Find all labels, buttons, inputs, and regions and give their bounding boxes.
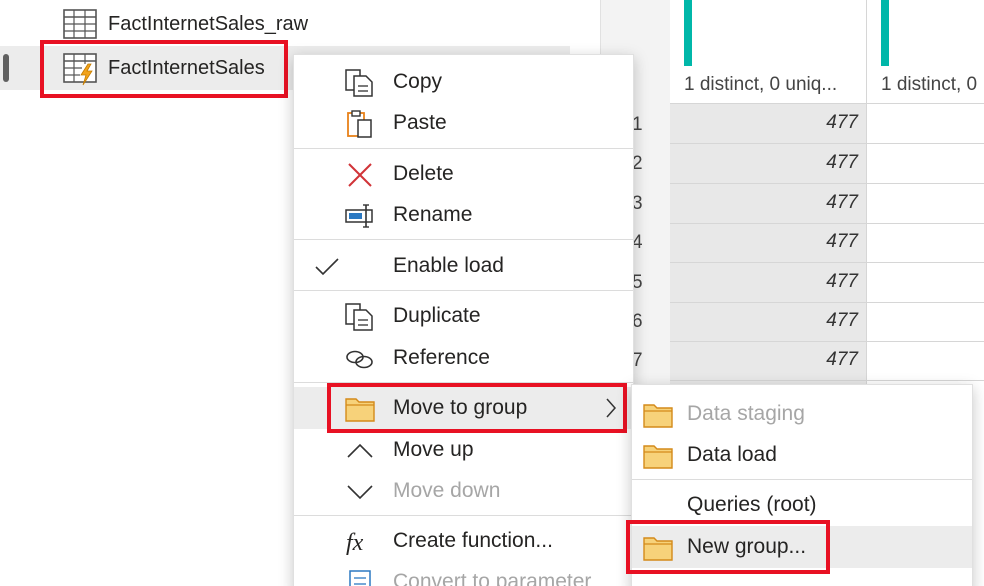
column-profile-header: 1 distinct, 0 — [867, 0, 984, 104]
table-row[interactable]: 477 — [670, 104, 866, 144]
paste-icon — [347, 110, 372, 138]
table-row[interactable]: 477 — [670, 144, 866, 184]
menu-separator — [294, 382, 633, 383]
cell-value: 477 — [826, 271, 858, 292]
menu-item-create-function[interactable]: fx Create function... — [294, 520, 633, 562]
table-row[interactable]: 477 — [670, 341, 866, 381]
table-row[interactable] — [867, 184, 984, 224]
submenu-label: New group... — [687, 535, 807, 558]
menu-label: Enable load — [393, 254, 504, 277]
table-row[interactable] — [867, 223, 984, 263]
submenu-label: Data staging — [687, 402, 805, 425]
menu-item-duplicate[interactable]: Duplicate — [294, 295, 633, 337]
menu-item-move-up[interactable]: Move up — [294, 429, 633, 471]
table-lightning-icon — [63, 53, 97, 86]
folder-icon — [643, 404, 673, 428]
selection-indicator — [3, 54, 9, 82]
menu-separator — [294, 148, 633, 149]
submenu-item-data-staging[interactable]: Data staging — [632, 393, 972, 435]
menu-item-convert-to-parameter[interactable]: Convert to parameter — [294, 561, 633, 586]
cell-value: 477 — [826, 349, 858, 370]
cell-value: 477 — [826, 112, 858, 133]
menu-label: Move to group — [393, 396, 528, 419]
menu-item-delete[interactable]: Delete — [294, 153, 633, 195]
link-icon — [346, 350, 373, 369]
table-row[interactable]: 477 — [670, 184, 866, 224]
menu-label: Move down — [393, 479, 501, 502]
submenu-item-new-group[interactable]: New group... — [632, 526, 972, 568]
menu-label: Delete — [393, 162, 454, 185]
menu-item-reference[interactable]: Reference — [294, 337, 633, 379]
chevron-down-icon — [347, 485, 373, 500]
menu-separator — [294, 290, 633, 291]
table-row[interactable]: 477 — [670, 302, 866, 342]
cell-value: 477 — [826, 310, 858, 331]
duplicate-icon — [345, 303, 373, 331]
table-row[interactable]: 477 — [670, 263, 866, 303]
folder-icon — [643, 445, 673, 469]
cell-value: 477 — [826, 192, 858, 213]
function-icon: fx — [346, 530, 364, 556]
column-stats: 1 distinct, 0 — [881, 74, 978, 95]
folder-icon — [345, 398, 375, 422]
menu-label: Rename — [393, 203, 473, 226]
menu-separator — [632, 479, 972, 480]
query-item-factinternetsales-raw[interactable]: FactInternetSales_raw — [0, 2, 600, 46]
menu-separator — [294, 515, 633, 516]
chevron-right-icon — [606, 398, 617, 418]
menu-item-copy[interactable]: Copy — [294, 61, 633, 103]
table-row[interactable] — [867, 144, 984, 184]
cell-value: 477 — [826, 231, 858, 252]
menu-label: Duplicate — [393, 304, 481, 327]
table-row[interactable] — [867, 104, 984, 144]
menu-item-enable-load[interactable]: Enable load — [294, 245, 633, 287]
query-label: FactInternetSales — [108, 56, 265, 79]
menu-item-rename[interactable]: Rename — [294, 194, 633, 236]
table-row[interactable] — [867, 341, 984, 381]
chevron-up-icon — [347, 443, 373, 458]
copy-icon — [345, 69, 373, 97]
submenu-label: Data load — [687, 443, 777, 466]
move-to-group-submenu: Data staging Data load Queries (root) Ne… — [631, 384, 973, 586]
menu-item-paste[interactable]: Paste — [294, 102, 633, 144]
menu-item-move-to-group[interactable]: Move to group — [294, 387, 633, 429]
table-row[interactable] — [867, 263, 984, 303]
menu-label: Create function... — [393, 529, 553, 552]
menu-label: Convert to parameter — [393, 570, 592, 586]
column-profile-header: 1 distinct, 0 uniq... — [670, 0, 866, 104]
svg-text:fx: fx — [346, 530, 364, 556]
delete-icon — [348, 163, 372, 187]
distribution-bar — [684, 0, 692, 66]
power-query-editor: FactInternetSales_raw FactInternetSales … — [0, 0, 984, 586]
menu-label: Reference — [393, 346, 490, 369]
menu-label: Copy — [393, 70, 443, 93]
menu-label: Move up — [393, 438, 474, 461]
menu-separator — [294, 239, 633, 240]
column-stats: 1 distinct, 0 uniq... — [684, 74, 838, 95]
table-row[interactable]: 477 — [670, 223, 866, 263]
context-menu: Copy Paste Delete Rename Enable load Dup… — [293, 54, 634, 586]
query-label: FactInternetSales_raw — [108, 12, 309, 35]
checkmark-icon — [315, 258, 339, 276]
menu-label: Paste — [393, 111, 447, 134]
submenu-label: Queries (root) — [687, 493, 817, 516]
table-icon — [63, 9, 97, 39]
folder-icon — [643, 537, 673, 561]
cell-value: 477 — [826, 152, 858, 173]
submenu-item-data-load[interactable]: Data load — [632, 434, 972, 476]
parameter-icon — [349, 570, 371, 586]
rename-icon — [345, 204, 373, 228]
menu-item-move-down[interactable]: Move down — [294, 470, 633, 512]
submenu-item-queries-root[interactable]: Queries (root) — [632, 484, 972, 526]
distribution-bar — [881, 0, 889, 66]
table-row[interactable] — [867, 302, 984, 342]
